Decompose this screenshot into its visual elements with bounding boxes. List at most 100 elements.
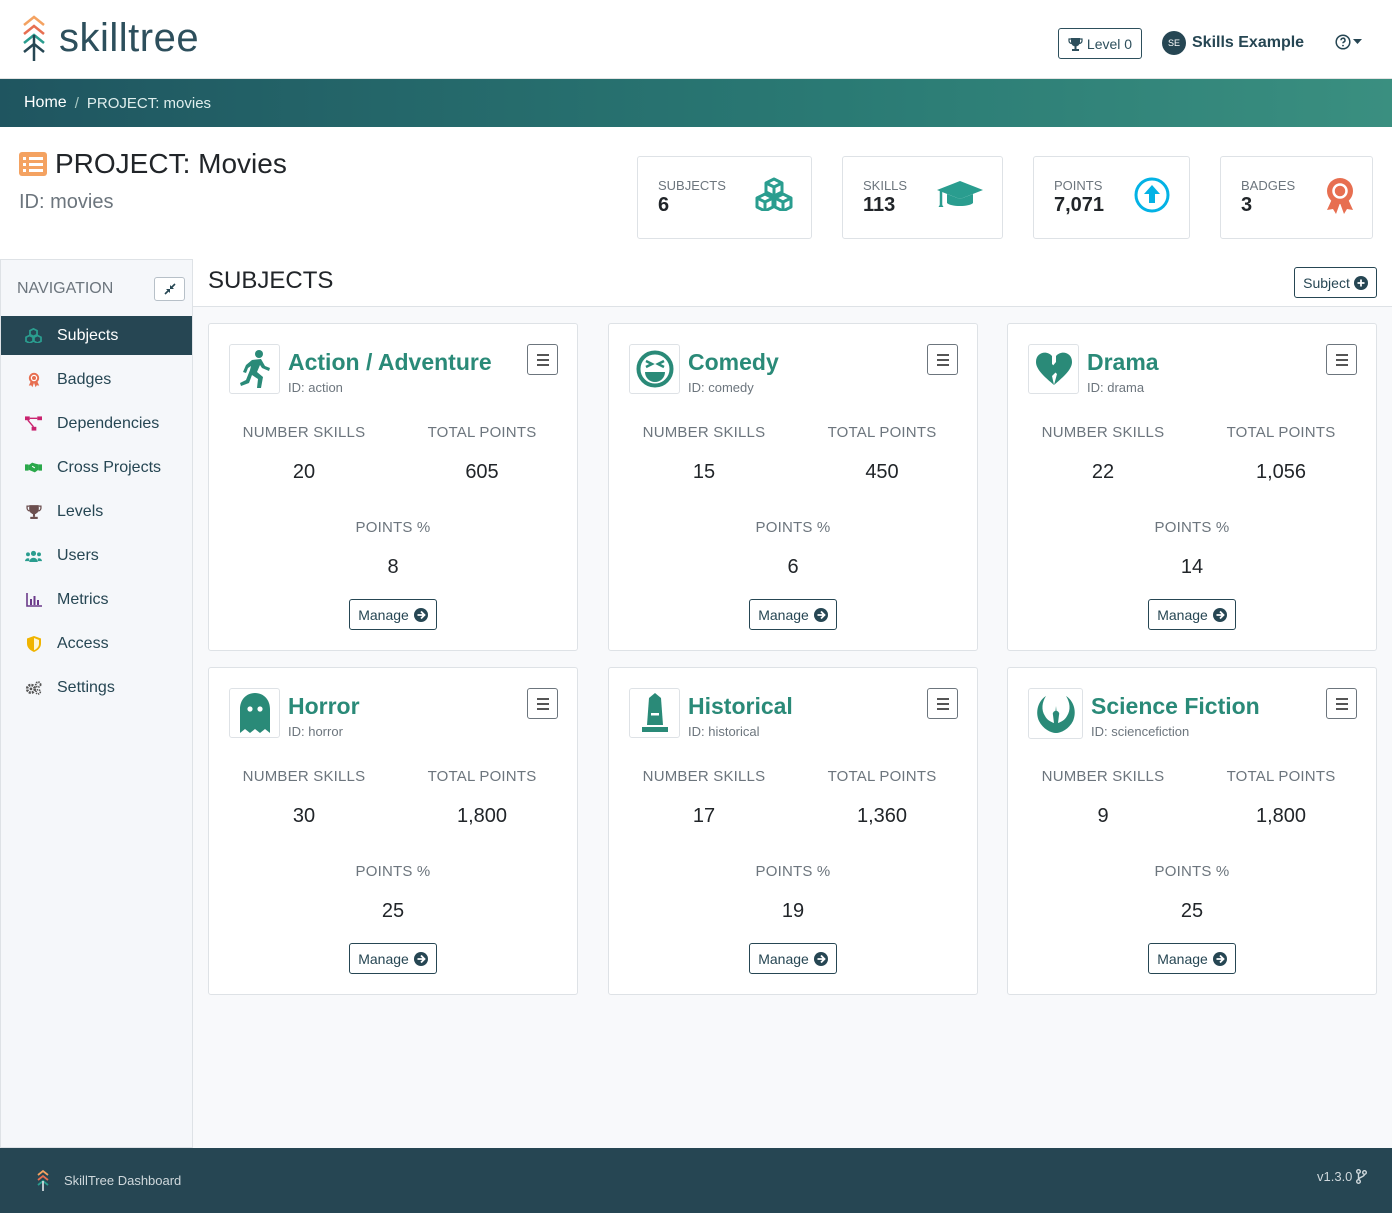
subject-name[interactable]: Drama bbox=[1087, 349, 1159, 376]
sidebar-item-levels[interactable]: Levels bbox=[1, 492, 192, 531]
number-skills: NUMBER SKILLS 15 bbox=[614, 424, 794, 484]
add-subject-button[interactable]: Subject bbox=[1294, 267, 1377, 298]
subject-name[interactable]: Historical bbox=[688, 693, 793, 720]
subject-card-sciencefiction: Science Fiction ID: sciencefiction NUMBE… bbox=[1007, 667, 1377, 995]
manage-label: Manage bbox=[758, 950, 809, 967]
subject-card-action: Action / Adventure ID: action NUMBER SKI… bbox=[208, 323, 578, 651]
user-name: Skills Example bbox=[1192, 34, 1305, 51]
subject-name[interactable]: Action / Adventure bbox=[288, 349, 492, 376]
number-skills: NUMBER SKILLS 9 bbox=[1013, 768, 1193, 828]
number-skills-label: NUMBER SKILLS bbox=[1041, 768, 1165, 785]
subject-name[interactable]: Comedy bbox=[688, 349, 779, 376]
subject-menu-button[interactable] bbox=[1326, 688, 1357, 719]
manage-button[interactable]: Manage bbox=[749, 599, 837, 630]
add-subject-label: Subject bbox=[1303, 274, 1350, 291]
subject-name[interactable]: Science Fiction bbox=[1091, 693, 1260, 720]
points-percent-label: POINTS % bbox=[755, 863, 831, 880]
project-id: ID: movies bbox=[19, 191, 114, 213]
sidebar-item-cross-projects[interactable]: Cross Projects bbox=[1, 448, 192, 487]
stat-card-badges: BADGES 3 bbox=[1220, 156, 1373, 239]
total-points-value: 1,800 bbox=[456, 805, 508, 827]
project-diagram-icon bbox=[25, 415, 42, 432]
sidebar-item-dependencies[interactable]: Dependencies bbox=[1, 404, 192, 443]
manage-button[interactable]: Manage bbox=[349, 943, 437, 974]
breadcrumb-home-link[interactable]: Home bbox=[24, 94, 67, 112]
sidebar-item-subjects[interactable]: Subjects bbox=[1, 316, 192, 355]
manage-button[interactable]: Manage bbox=[749, 943, 837, 974]
manage-button[interactable]: Manage bbox=[1148, 943, 1236, 974]
page-title: PROJECT: Movies bbox=[19, 148, 287, 180]
manage-button[interactable]: Manage bbox=[349, 599, 437, 630]
points-percent-label: POINTS % bbox=[1154, 519, 1230, 536]
version-label: v1.3.0 bbox=[1317, 1169, 1353, 1184]
arrow-circle-right-icon bbox=[413, 607, 428, 622]
monument-icon bbox=[629, 688, 680, 738]
points-percent-label: POINTS % bbox=[355, 863, 431, 880]
award-icon bbox=[1327, 178, 1353, 214]
tree-logo-icon bbox=[23, 15, 45, 61]
sidebar-item-label: Metrics bbox=[57, 590, 109, 608]
user-menu[interactable]: SE Skills Example bbox=[1162, 31, 1304, 55]
footer-brand: SkillTree Dashboard bbox=[64, 1173, 182, 1188]
subject-menu-button[interactable] bbox=[927, 344, 958, 375]
points-percent: POINTS % 6 bbox=[703, 519, 883, 579]
collapse-navigation-button[interactable] bbox=[154, 277, 185, 301]
brand-name: skilltree bbox=[59, 15, 200, 60]
version-info[interactable]: v1.3.0 bbox=[1317, 1169, 1368, 1184]
handshake-icon bbox=[25, 459, 42, 476]
tree-logo-icon bbox=[37, 1169, 49, 1191]
navigation-title: NAVIGATION bbox=[17, 280, 114, 297]
number-skills: NUMBER SKILLS 22 bbox=[1013, 424, 1193, 484]
points-percent-label: POINTS % bbox=[355, 519, 431, 536]
total-points-label: TOTAL POINTS bbox=[427, 424, 537, 441]
running-icon bbox=[229, 344, 280, 394]
manage-label: Manage bbox=[1157, 606, 1208, 623]
number-skills-value: 30 bbox=[292, 805, 316, 827]
footer: SkillTree Dashboard v1.3.0 bbox=[0, 1148, 1392, 1213]
subject-card-horror: Horror ID: horror NUMBER SKILLS 30 TOTAL… bbox=[208, 667, 578, 995]
manage-label: Manage bbox=[758, 606, 809, 623]
manage-label: Manage bbox=[1157, 950, 1208, 967]
number-skills-value: 9 bbox=[1097, 805, 1109, 827]
number-skills-label: NUMBER SKILLS bbox=[242, 424, 366, 441]
sidebar-item-metrics[interactable]: Metrics bbox=[1, 580, 192, 619]
sidebar-item-users[interactable]: Users bbox=[1, 536, 192, 575]
level-button[interactable]: Level 0 bbox=[1058, 28, 1142, 59]
points-percent: POINTS % 25 bbox=[303, 863, 483, 923]
total-points: TOTAL POINTS 1,360 bbox=[792, 768, 972, 828]
subject-name[interactable]: Horror bbox=[288, 693, 360, 720]
jedi-order-icon bbox=[1028, 688, 1083, 739]
points-percent: POINTS % 14 bbox=[1102, 519, 1282, 579]
help-dropdown[interactable] bbox=[1335, 34, 1362, 50]
arrow-circle-up-icon bbox=[1134, 177, 1170, 213]
shield-icon bbox=[25, 635, 42, 652]
subject-card-drama: Drama ID: drama NUMBER SKILLS 22 TOTAL P… bbox=[1007, 323, 1377, 651]
subject-menu-button[interactable] bbox=[1326, 344, 1357, 375]
graduation-cap-icon bbox=[937, 181, 983, 207]
points-percent: POINTS % 8 bbox=[303, 519, 483, 579]
skilltree-logo[interactable]: skilltree bbox=[22, 15, 199, 61]
subject-menu-button[interactable] bbox=[527, 688, 558, 719]
code-branch-icon bbox=[1356, 1169, 1368, 1184]
breadcrumb: Home / PROJECT: movies bbox=[0, 79, 1392, 127]
sidebar-item-badges[interactable]: Badges bbox=[1, 360, 192, 399]
subject-id: ID: comedy bbox=[688, 380, 754, 395]
stat-label: SKILLS bbox=[863, 178, 908, 193]
chart-bar-icon bbox=[25, 591, 42, 608]
subject-menu-button[interactable] bbox=[527, 344, 558, 375]
project-title: PROJECT: Movies bbox=[55, 148, 287, 179]
manage-button[interactable]: Manage bbox=[1148, 599, 1236, 630]
sidebar-item-access[interactable]: Access bbox=[1, 624, 192, 663]
cubes-icon bbox=[25, 327, 42, 344]
points-percent-value: 6 bbox=[787, 556, 799, 578]
sidebar-item-settings[interactable]: Settings bbox=[1, 668, 192, 707]
laugh-squint-icon bbox=[629, 344, 680, 394]
caret-down-icon bbox=[1353, 39, 1362, 44]
arrow-circle-right-icon bbox=[1212, 607, 1227, 622]
subject-id: ID: action bbox=[288, 380, 343, 395]
subject-menu-button[interactable] bbox=[927, 688, 958, 719]
avatar: SE bbox=[1162, 31, 1186, 55]
total-points-value: 1,800 bbox=[1255, 805, 1307, 827]
heart-broken-icon bbox=[1028, 344, 1079, 394]
trophy-icon bbox=[25, 503, 42, 520]
